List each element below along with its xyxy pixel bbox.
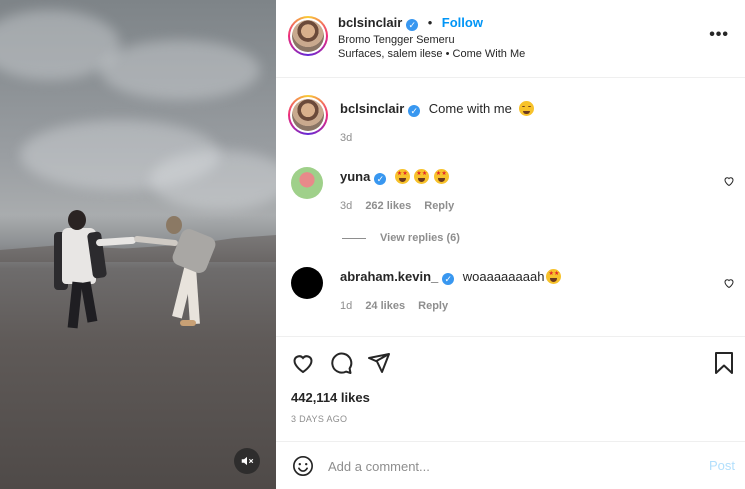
verified-badge-icon: ✓ [374,173,387,185]
bookmark-icon[interactable] [713,351,735,375]
avatar[interactable] [288,95,328,135]
person-right [186,267,200,325]
star-struck-emoji-icon [394,168,449,185]
comment-username[interactable]: abraham.kevin_ [340,269,438,284]
divider-line [342,237,366,239]
comment-username[interactable]: yuna [340,169,370,184]
person-right [170,226,218,276]
comment-likes[interactable]: 262 likes [365,200,411,212]
follow-button[interactable]: Follow [442,15,483,30]
caption-age: 3d [340,132,353,144]
view-replies-button[interactable]: View replies (6) [380,232,460,244]
emoji-icon[interactable] [292,455,314,477]
caption: bclsinclair ✓ Come with me [340,100,535,118]
comment-likes[interactable]: 24 likes [365,300,405,312]
more-options-icon[interactable]: ••• [709,26,729,44]
post-header: bclsinclair ✓ • Follow Bromo Tengger Seme… [276,0,745,78]
reply-button[interactable]: Reply [418,300,448,312]
star-struck-emoji-icon [546,269,562,284]
heart-icon[interactable] [723,277,735,289]
add-comment-bar: Post [276,441,745,489]
post-actions: 442,114 likes 3 DAYS AGO [276,336,745,436]
person-right [166,216,182,234]
location-link[interactable]: Bromo Tengger Semeru [338,34,455,46]
person-left [95,236,137,247]
person-right [133,235,179,247]
likes-count[interactable]: 442,114 likes [291,390,370,405]
person-left [68,210,86,230]
avatar[interactable] [288,16,328,56]
header-username[interactable]: bclsinclair [338,15,402,30]
verified-badge-icon: ✓ [406,19,419,31]
mute-icon [241,456,254,466]
post-media-video[interactable] [0,0,276,489]
person-left [67,281,83,329]
verified-badge-icon: ✓ [408,105,421,117]
separator-dot: • [427,15,433,30]
comment-age: 1d [340,300,353,312]
share-icon[interactable] [367,351,391,375]
post-date: 3 DAYS AGO [291,414,348,424]
smile-emoji-icon [519,101,535,116]
comment-input[interactable] [328,456,688,476]
comment-age: 3d [340,200,353,212]
audio-link[interactable]: Surfaces, salem ilese • Come With Me [338,48,525,60]
heart-icon[interactable] [291,351,315,375]
caption-username[interactable]: bclsinclair [340,101,404,116]
comment-icon[interactable] [329,351,353,375]
person-left [80,281,98,323]
avatar[interactable] [291,267,323,299]
reply-button[interactable]: Reply [424,200,454,212]
avatar[interactable] [291,167,323,199]
comment-text: woaaaaaaaah [462,269,545,284]
caption-text: Come with me [428,101,512,116]
mute-button[interactable] [234,448,260,474]
post-button[interactable]: Post [709,458,735,473]
verified-badge-icon: ✓ [442,273,455,285]
person-right [180,320,196,326]
cloud [100,40,260,100]
cloud [150,150,276,210]
heart-icon[interactable] [723,175,735,187]
post-detail-panel: bclsinclair ✓ • Follow Bromo Tengger Seme… [276,0,745,489]
